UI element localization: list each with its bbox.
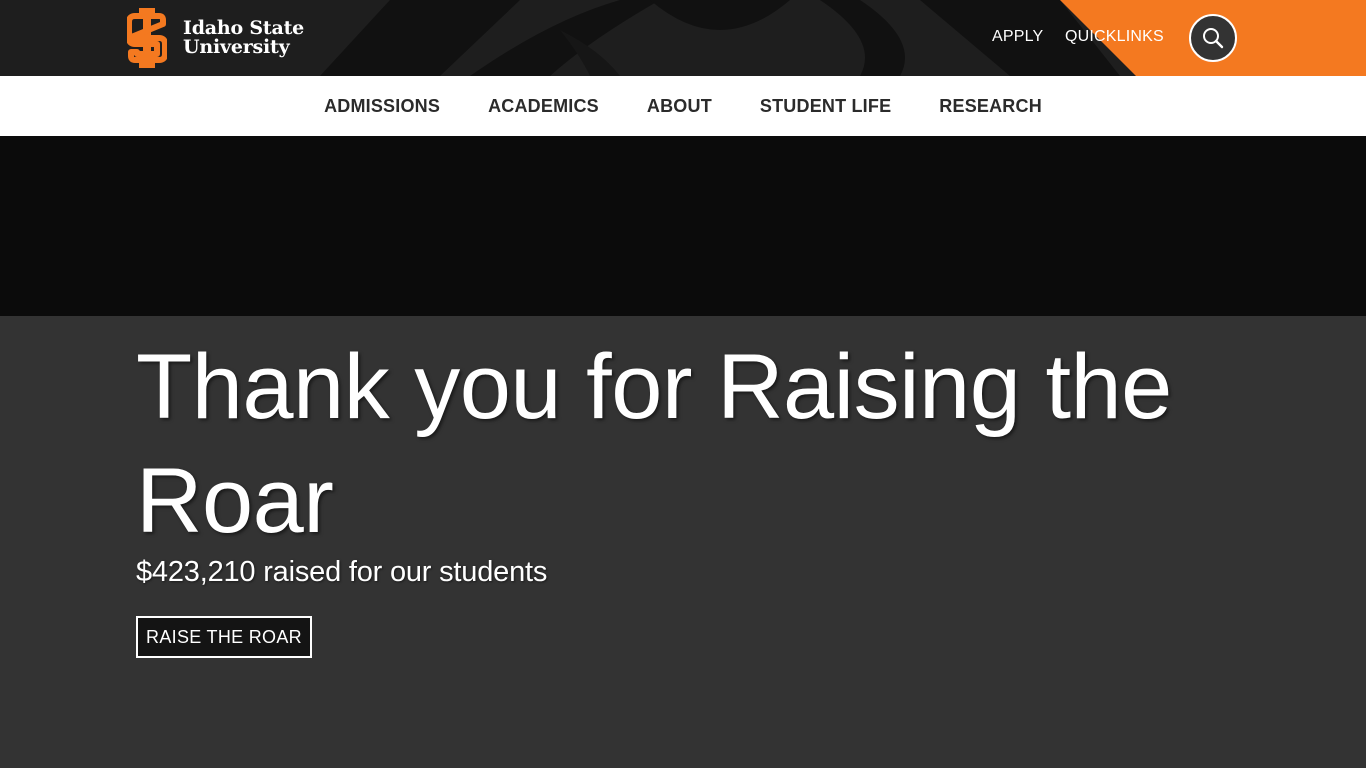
quicklinks-link[interactable]: QUICKLINKS xyxy=(1065,28,1164,46)
nav-item-student-life[interactable]: STUDENT LIFE xyxy=(760,96,891,117)
logo-line-2: University xyxy=(183,36,290,58)
nav-item-about[interactable]: ABOUT xyxy=(647,96,712,117)
hero-title: Thank you for Raising the Roar xyxy=(136,336,1172,552)
hero-media-band xyxy=(0,136,1366,316)
nav-item-research[interactable]: RESEARCH xyxy=(939,96,1042,117)
hero-subtitle: $423,210 raised for our students xyxy=(136,556,548,588)
university-logo-link[interactable]: Idaho State University xyxy=(127,8,304,68)
raise-the-roar-button[interactable]: RAISE THE ROAR xyxy=(136,616,312,658)
university-name: Idaho State University xyxy=(183,19,304,57)
utility-bar: Idaho State University APPLY QUICKLINKS xyxy=(0,0,1366,76)
main-navigation: ADMISSIONS ACADEMICS ABOUT STUDENT LIFE … xyxy=(0,76,1366,136)
search-button[interactable] xyxy=(1189,14,1237,62)
nav-item-admissions[interactable]: ADMISSIONS xyxy=(324,96,440,117)
hero-section: Thank you for Raising the Roar $423,210 … xyxy=(0,316,1366,768)
isu-logo-icon xyxy=(127,8,167,68)
apply-link[interactable]: APPLY xyxy=(992,28,1043,46)
nav-item-academics[interactable]: ACADEMICS xyxy=(488,96,599,117)
search-icon xyxy=(1203,28,1224,49)
